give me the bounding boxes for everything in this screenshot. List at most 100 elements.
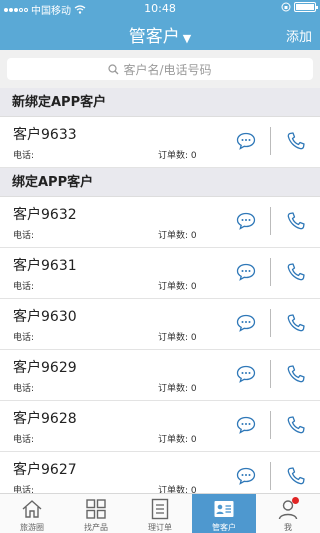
phone-label: 电话: — [13, 282, 35, 292]
customer-phone: 电话: — [13, 483, 34, 493]
orders-label: 订单数: — [158, 282, 189, 292]
tab-label: 旅游圈 — [20, 523, 44, 532]
divider — [270, 309, 271, 337]
customer-orders: 订单数: 0 — [158, 148, 197, 161]
search-input[interactable]: 客户名/电话号码 — [7, 58, 313, 80]
orders-label: 订单数: — [158, 384, 189, 394]
tab-label: 找产品 — [84, 523, 108, 532]
list-item[interactable]: 客户9628 电话: 订单数: 0 — [0, 401, 320, 452]
chat-icon[interactable] — [236, 212, 256, 230]
tab-label: 理订单 — [148, 523, 172, 532]
tab-find-product[interactable]: 找产品 — [64, 494, 128, 533]
orders-label: 订单数: — [158, 151, 189, 161]
tab-travel-circle[interactable]: 旅游圈 — [0, 494, 64, 533]
customer-phone: 电话: — [13, 330, 34, 343]
chat-icon[interactable] — [236, 263, 256, 281]
section-header: 新绑定APP客户 — [0, 88, 320, 117]
customer-phone: 电话: — [13, 148, 34, 161]
tab-label: 我 — [284, 523, 292, 532]
chat-icon[interactable] — [236, 416, 256, 434]
phone-icon[interactable] — [286, 364, 306, 384]
page-title-text: 管客户 — [128, 27, 180, 47]
phone-icon[interactable] — [286, 415, 306, 435]
phone-icon[interactable] — [286, 466, 306, 486]
status-time: 10:48 — [144, 2, 176, 15]
home-icon — [22, 500, 42, 518]
customer-name: 客户9633 — [13, 127, 77, 143]
nav-bar: 管客户 ▼ 添加 — [0, 18, 320, 50]
list-item[interactable]: 客户9629 电话: 订单数: 0 — [0, 350, 320, 401]
phone-label: 电话: — [13, 384, 35, 394]
divider — [270, 207, 271, 235]
divider — [270, 127, 271, 155]
chat-icon[interactable] — [236, 365, 256, 383]
customer-name: 客户9627 — [13, 462, 77, 478]
customer-orders: 订单数: 0 — [158, 483, 197, 493]
customer-orders: 订单数: 0 — [158, 228, 197, 241]
orders-label: 订单数: — [158, 231, 189, 241]
chat-icon[interactable] — [236, 467, 256, 485]
customer-name: 客户9630 — [13, 309, 77, 325]
orders-value: 0 — [190, 151, 197, 161]
search-placeholder: 客户名/电话号码 — [123, 62, 212, 77]
phone-icon[interactable] — [286, 131, 306, 151]
battery-icon — [294, 2, 318, 12]
search-icon — [108, 63, 119, 74]
customer-phone: 电话: — [13, 279, 34, 292]
customer-name: 客户9631 — [13, 258, 77, 274]
tab-label: 管客户 — [212, 523, 236, 532]
page-title[interactable]: 管客户 ▼ — [0, 22, 320, 47]
orders-label: 订单数: — [158, 333, 189, 343]
status-right — [281, 2, 318, 12]
customer-list[interactable]: 新绑定APP客户 客户9633 电话: 订单数: 0 绑定APP客户 客户963… — [0, 88, 320, 493]
divider — [270, 411, 271, 439]
rotation-lock-icon — [281, 2, 291, 12]
phone-icon[interactable] — [286, 262, 306, 282]
list-item[interactable]: 客户9627 电话: 订单数: 0 — [0, 452, 320, 493]
tab-me[interactable]: 我 — [256, 494, 320, 533]
customer-orders: 订单数: 0 — [158, 432, 197, 445]
phone-label: 电话: — [13, 151, 35, 161]
customer-name: 客户9629 — [13, 360, 77, 376]
orders-label: 订单数: — [158, 486, 189, 493]
list-item[interactable]: 客户9632 电话: 订单数: 0 — [0, 197, 320, 248]
divider — [270, 258, 271, 286]
customer-phone: 电话: — [13, 432, 34, 445]
list-item[interactable]: 客户9633 电话: 订单数: 0 — [0, 117, 320, 168]
orders-value: 0 — [190, 231, 197, 241]
phone-icon[interactable] — [286, 211, 306, 231]
orders-value: 0 — [190, 333, 197, 343]
orders-value: 0 — [190, 486, 197, 493]
customer-name: 客户9632 — [13, 207, 77, 223]
list-item[interactable]: 客户9630 电话: 订单数: 0 — [0, 299, 320, 350]
phone-label: 电话: — [13, 333, 35, 343]
customer-phone: 电话: — [13, 381, 34, 394]
notification-badge — [292, 497, 299, 504]
customer-orders: 订单数: 0 — [158, 279, 197, 292]
phone-icon[interactable] — [286, 313, 306, 333]
divider — [270, 360, 271, 388]
orders-value: 0 — [190, 384, 197, 394]
chat-icon[interactable] — [236, 132, 256, 150]
search-area: 客户名/电话号码 — [0, 50, 320, 88]
tab-bar: 旅游圈 找产品 理订单 管客户 我 — [0, 493, 320, 533]
customer-orders: 订单数: 0 — [158, 381, 197, 394]
tab-orders[interactable]: 理订单 — [128, 494, 192, 533]
list-item[interactable]: 客户9631 电话: 订单数: 0 — [0, 248, 320, 299]
section-header: 绑定APP客户 — [0, 168, 320, 197]
chat-icon[interactable] — [236, 314, 256, 332]
orders-value: 0 — [190, 282, 197, 292]
phone-label: 电话: — [13, 231, 35, 241]
tab-customers[interactable]: 管客户 — [192, 494, 256, 533]
dropdown-triangle-icon: ▼ — [182, 32, 192, 45]
document-icon — [151, 498, 169, 520]
divider — [270, 462, 271, 490]
grid-icon — [86, 499, 106, 519]
phone-label: 电话: — [13, 486, 35, 493]
status-bar: 中国移动 10:48 — [0, 0, 320, 18]
contacts-icon — [214, 501, 234, 517]
add-button[interactable]: 添加 — [286, 26, 312, 45]
customer-orders: 订单数: 0 — [158, 330, 197, 343]
orders-value: 0 — [190, 435, 197, 445]
phone-label: 电话: — [13, 435, 35, 445]
